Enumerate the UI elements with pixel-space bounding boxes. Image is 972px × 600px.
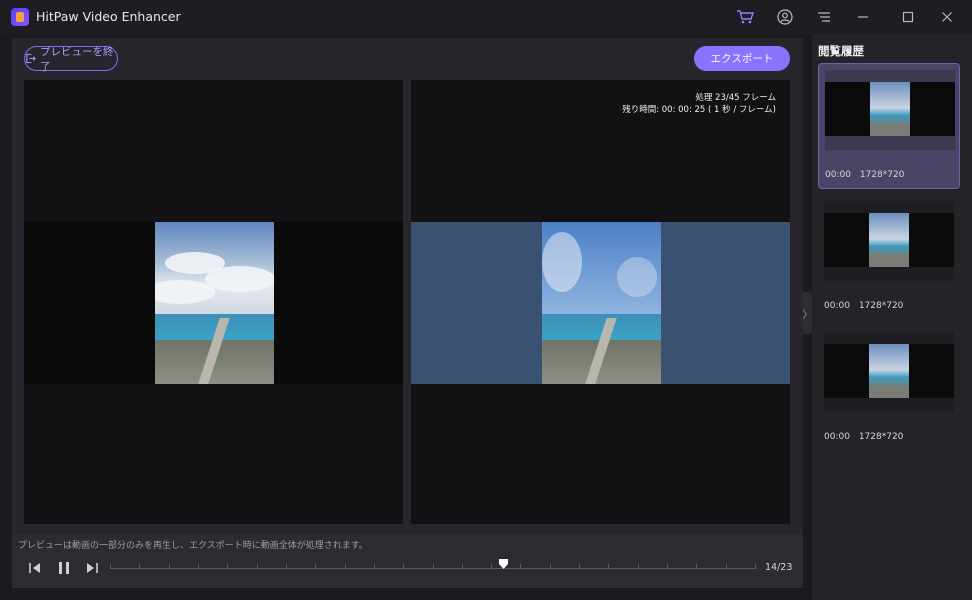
preview-panel: プレビューを終了 エクスポート 処理 23/45 フレーム 残り時間: 00: (12, 38, 803, 588)
title-bar: HitPaw Video Enhancer (0, 0, 972, 34)
slider-tick (315, 564, 316, 569)
slider-tick (198, 564, 199, 569)
end-preview-button[interactable]: プレビューを終了 (24, 45, 118, 73)
slider-tick (550, 564, 551, 569)
history-sidebar: 閲覧履歴 00:00 1728*720 00:00 1728*720 00:00… (812, 34, 972, 600)
history-resolution: 1728*720 (858, 432, 904, 442)
app-title: HitPaw Video Enhancer (36, 9, 181, 24)
app-logo (11, 8, 29, 26)
slider-tick (227, 564, 228, 569)
slider-tick (579, 564, 580, 569)
history-resolution: 1728*720 (859, 170, 905, 180)
original-video-frame (155, 222, 274, 384)
pause-button[interactable] (56, 560, 72, 574)
history-item[interactable]: 00:00 1728*720 (818, 63, 960, 189)
history-time: 00:00 (824, 301, 850, 311)
history-resolution: 1728*720 (858, 301, 904, 311)
history-time: 00:00 (824, 432, 850, 442)
slider-tick (726, 564, 727, 569)
collapse-sidebar-handle[interactable]: 〉 (803, 292, 813, 334)
account-icon[interactable] (773, 6, 797, 28)
processing-status: 処理 23/45 フレーム 残り時間: 00: 00: 25 ( 1 秒 / フ… (622, 92, 776, 116)
history-thumbnail (824, 332, 954, 412)
exit-icon (26, 53, 36, 64)
export-button[interactable]: エクスポート (694, 46, 790, 71)
slider-tick (169, 564, 170, 569)
processing-frames: 処理 23/45 フレーム (695, 93, 776, 103)
slider-tick (491, 564, 492, 569)
enhanced-video-frame (542, 222, 661, 384)
slider-tick (462, 564, 463, 569)
previous-frame-button[interactable] (27, 560, 43, 574)
playback-bar: プレビューは動画の一部分のみを再生し、エクスポート時に動画全体が処理されます。 … (12, 534, 803, 588)
slider-tick (667, 564, 668, 569)
slider-tick (257, 564, 258, 569)
menu-icon[interactable] (812, 6, 836, 28)
slider-tick (755, 564, 756, 569)
minimize-icon[interactable] (851, 6, 875, 28)
original-video-pane (24, 80, 403, 524)
history-thumbnail (825, 70, 955, 150)
frame-counter: 14/23 (765, 562, 793, 573)
slider-tick (520, 564, 521, 569)
enhanced-video-pane: 処理 23/45 フレーム 残り時間: 00: 00: 25 ( 1 秒 / フ… (411, 80, 790, 524)
maximize-icon[interactable] (896, 6, 920, 28)
slider-tick (638, 564, 639, 569)
slider-tick (696, 564, 697, 569)
end-preview-label: プレビューを終了 (40, 45, 114, 73)
slider-tick (374, 564, 375, 569)
history-thumbnail (824, 201, 954, 281)
history-item[interactable]: 00:00 1728*720 (818, 326, 960, 452)
slider-tick (110, 564, 111, 569)
history-title: 閲覧履歴 (818, 44, 864, 58)
slider-tick (139, 564, 140, 569)
remaining-time: 残り時間: 00: 00: 25 ( 1 秒 / フレーム) (622, 105, 776, 115)
slider-thumb[interactable] (498, 558, 509, 570)
close-icon[interactable] (935, 6, 959, 28)
history-item[interactable]: 00:00 1728*720 (818, 195, 960, 321)
history-time: 00:00 (825, 170, 851, 180)
slider-tick (345, 564, 346, 569)
slider-tick (608, 564, 609, 569)
slider-tick (403, 564, 404, 569)
cart-icon[interactable] (733, 6, 757, 28)
slider-tick (433, 564, 434, 569)
next-frame-button[interactable] (84, 560, 100, 574)
preview-hint: プレビューは動画の一部分のみを再生し、エクスポート時に動画全体が処理されます。 (18, 541, 368, 551)
slider-tick (286, 564, 287, 569)
